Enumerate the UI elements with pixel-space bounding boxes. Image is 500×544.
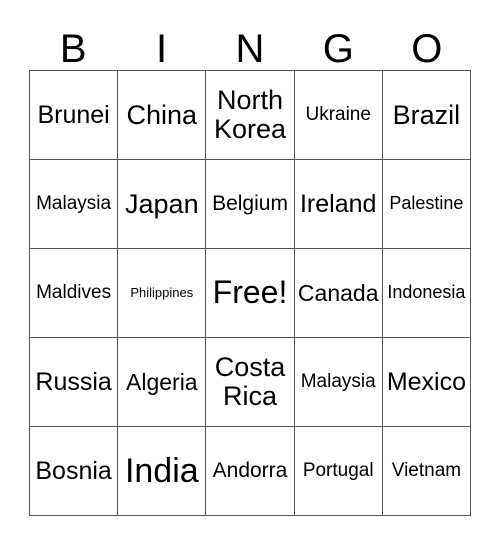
bingo-cell-label: Philippines — [130, 285, 194, 301]
bingo-cell[interactable]: Portugal — [294, 427, 383, 516]
bingo-cell[interactable]: Andorra — [206, 427, 295, 516]
bingo-cell[interactable]: Brunei — [30, 71, 119, 160]
bingo-cell-label: Brunei — [37, 100, 110, 129]
bingo-cell[interactable]: Costa Rica — [206, 338, 295, 427]
bingo-cell[interactable]: Indonesia — [382, 249, 472, 338]
bingo-cell[interactable]: Malaysia — [294, 338, 383, 427]
bingo-cell[interactable]: Vietnam — [382, 427, 472, 516]
bingo-cell-label: Ukraine — [305, 103, 371, 125]
bingo-header-cell-n: N — [206, 8, 294, 70]
bingo-row: Bosnia India Andorra Portugal Vietnam — [30, 427, 472, 516]
bingo-header-cell-i: I — [117, 8, 205, 70]
bingo-card: B I N G O Brunei China North Korea Ukrai… — [29, 8, 472, 516]
bingo-cell-label: Malaysia — [36, 192, 112, 214]
bingo-free-space-label: Free! — [212, 274, 288, 311]
bingo-cell-label: Portugal — [302, 459, 374, 481]
bingo-cell-label: Algeria — [126, 368, 198, 395]
bingo-cell-label: China — [126, 99, 198, 130]
bingo-cell[interactable]: Brazil — [382, 71, 472, 160]
bingo-cell-label: Canada — [297, 279, 379, 306]
bingo-header-row: B I N G O — [29, 8, 471, 70]
bingo-cell[interactable]: Bosnia — [30, 427, 119, 516]
bingo-cell[interactable]: India — [118, 427, 207, 516]
bingo-cell[interactable]: Japan — [118, 160, 207, 249]
bingo-cell[interactable]: Malaysia — [30, 160, 119, 249]
bingo-cell-label: Malaysia — [300, 370, 376, 392]
bingo-cell-label: Brazil — [392, 99, 461, 130]
bingo-cell-label: Vietnam — [391, 459, 462, 481]
bingo-grid: Brunei China North Korea Ukraine Brazil … — [29, 70, 472, 516]
bingo-cell[interactable]: Ireland — [294, 160, 383, 249]
bingo-cell[interactable]: Maldives — [30, 249, 119, 338]
bingo-cell-label: North Korea — [213, 85, 287, 144]
bingo-cell-label: Palestine — [389, 193, 464, 214]
bingo-cell-label: Mexico — [386, 367, 466, 396]
bingo-header-letter: B — [59, 26, 87, 71]
bingo-cell-label: India — [124, 451, 199, 490]
bingo-cell[interactable]: Philippines — [118, 249, 207, 338]
bingo-cell[interactable]: Canada — [294, 249, 383, 338]
bingo-cell[interactable]: Belgium — [206, 160, 295, 249]
bingo-row: Russia Algeria Costa Rica Malaysia Mexic… — [30, 338, 472, 427]
bingo-cell-label: Japan — [125, 188, 199, 219]
bingo-header-letter: I — [156, 26, 168, 71]
bingo-header-cell-o: O — [383, 8, 471, 70]
bingo-cell-label: Costa Rica — [214, 352, 286, 411]
bingo-cell[interactable]: Mexico — [382, 338, 472, 427]
bingo-cell[interactable]: North Korea — [206, 71, 295, 160]
bingo-row: Malaysia Japan Belgium Ireland Palestine — [30, 160, 472, 249]
bingo-cell-label: Bosnia — [35, 456, 112, 485]
bingo-cell-label: Belgium — [212, 191, 288, 215]
bingo-header-cell-g: G — [294, 8, 382, 70]
bingo-cell[interactable]: China — [118, 71, 207, 160]
bingo-cell-label: Andorra — [212, 458, 288, 482]
bingo-cell-label: Russia — [35, 367, 112, 396]
bingo-cell[interactable]: Palestine — [382, 160, 472, 249]
bingo-cell[interactable]: Algeria — [118, 338, 207, 427]
bingo-cell[interactable]: Ukraine — [294, 71, 383, 160]
bingo-row: Brunei China North Korea Ukraine Brazil — [30, 71, 472, 160]
bingo-cell[interactable]: Russia — [30, 338, 119, 427]
bingo-cell-label: Indonesia — [387, 282, 466, 303]
bingo-header-letter: G — [322, 26, 354, 71]
bingo-header-letter: O — [411, 26, 443, 71]
bingo-row: Maldives Philippines Free! Canada Indone… — [30, 249, 472, 338]
bingo-cell-free-space[interactable]: Free! — [206, 249, 295, 338]
bingo-header-cell-b: B — [29, 8, 117, 70]
bingo-header-letter: N — [235, 26, 265, 71]
bingo-cell-label: Maldives — [36, 281, 112, 303]
bingo-cell-label: Ireland — [299, 189, 377, 218]
